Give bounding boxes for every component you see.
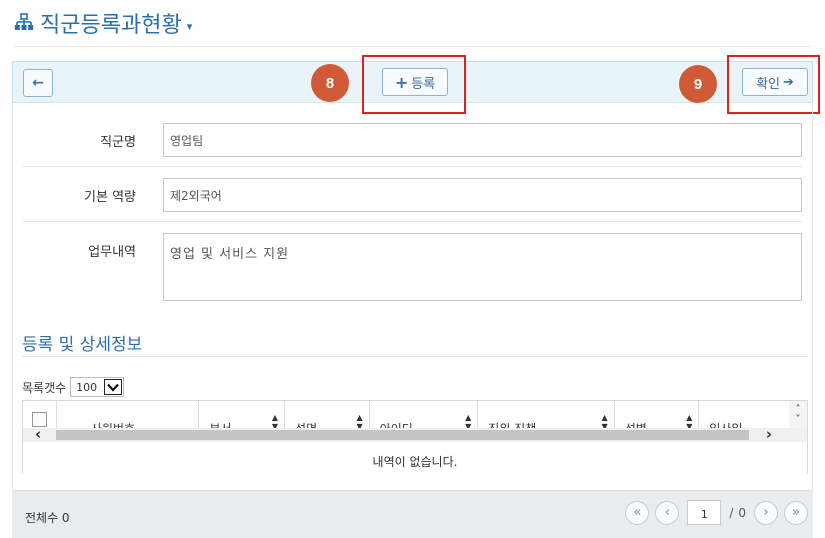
- chevron-up-icon[interactable]: ˄: [796, 404, 801, 415]
- scrollbar-thumb[interactable]: [56, 430, 749, 440]
- per-page-control: 목록갯수 100: [22, 377, 125, 397]
- back-button[interactable]: ←: [23, 69, 53, 97]
- next-page-icon[interactable]: ›: [754, 500, 778, 525]
- column-header-join-date[interactable]: 입사일: [699, 401, 789, 428]
- duties-label: 업무내역: [88, 245, 136, 260]
- sort-icon[interactable]: ▲ ▼: [465, 413, 471, 428]
- column-header-id[interactable]: 아이디 ▲▼: [370, 401, 479, 428]
- section-title: 등록 및 상세정보: [22, 335, 143, 355]
- empty-message: 내역이 없습니다.: [372, 455, 458, 469]
- page-number-input[interactable]: 1: [687, 500, 722, 525]
- arrow-left-icon: ←: [32, 75, 44, 91]
- form-row-basic-competency: 기본 역량 제2외국어: [23, 167, 802, 222]
- column-header-emp-no[interactable]: 사원번호: [57, 401, 200, 428]
- vertical-scroll-arrows[interactable]: ˄ ˅: [789, 401, 807, 428]
- column-header-gender[interactable]: 성별 ▲▼: [615, 401, 700, 428]
- horizontal-scrollbar[interactable]: ‹ ›: [23, 425, 807, 443]
- chevron-down-icon[interactable]: ˅: [796, 414, 801, 425]
- sort-icon[interactable]: ▲ ▼: [357, 413, 363, 428]
- last-page-icon[interactable]: »: [784, 500, 808, 525]
- sort-icon[interactable]: ▲ ▼: [272, 413, 278, 428]
- page-title-text: 직군등록과현황: [40, 13, 182, 38]
- column-header-position[interactable]: 직위 직책 ▲▼: [478, 401, 615, 428]
- chevron-down-icon[interactable]: ▾: [187, 20, 193, 33]
- per-page-value: 100: [76, 380, 98, 394]
- sort-icon[interactable]: ▲ ▼: [602, 413, 608, 428]
- job-group-name-label: 직군명: [100, 135, 136, 150]
- duties-textarea[interactable]: 영업 및 서비스 지원: [163, 233, 802, 301]
- step-marker-9: 9: [679, 65, 717, 103]
- chevron-right-icon[interactable]: ›: [766, 425, 772, 443]
- form-row-job-group-name: 직군명 영업팀: [23, 112, 802, 167]
- job-group-name-input[interactable]: 영업팀: [163, 123, 802, 157]
- basic-competency-label: 기본 역량: [84, 190, 136, 205]
- total-pages: 0: [738, 505, 746, 520]
- column-header-name[interactable]: 성명 ▲▼: [285, 401, 370, 428]
- first-page-icon[interactable]: «: [625, 500, 650, 525]
- sort-icon[interactable]: ▲ ▼: [686, 413, 692, 428]
- page-separator: /: [729, 505, 734, 520]
- chevron-left-icon[interactable]: ‹: [35, 425, 41, 443]
- employee-grid: 사원번호 부서 ▲▼ 성명 ▲▼ 아이디 ▲▼ 직위 직책 ▲▼ 성별 ▲▼ 입…: [22, 400, 808, 474]
- grid-header: 사원번호 부서 ▲▼ 성명 ▲▼ 아이디 ▲▼ 직위 직책 ▲▼ 성별 ▲▼ 입…: [23, 401, 789, 428]
- prev-page-icon[interactable]: ‹: [655, 500, 680, 525]
- dropdown-arrow-icon[interactable]: [104, 379, 123, 395]
- section-divider: [22, 356, 808, 357]
- column-header-department[interactable]: 부서 ▲▼: [199, 401, 286, 428]
- per-page-select[interactable]: 100: [70, 377, 125, 397]
- step-marker-8: 8: [311, 64, 349, 102]
- select-all-cell: [23, 401, 57, 428]
- page-title[interactable]: 직군등록과현황 ▾: [14, 6, 192, 40]
- basic-competency-input[interactable]: 제2외국어: [163, 178, 802, 212]
- pager: « ‹ 1 / 0 › »: [619, 500, 808, 525]
- org-chart-icon: [14, 13, 34, 30]
- per-page-label: 목록갯수: [22, 380, 67, 395]
- title-divider: [14, 46, 811, 47]
- pagination-footer: 전체수 0 « ‹ 1 / 0 › »: [12, 490, 813, 538]
- total-count: 전체수 0: [25, 511, 70, 525]
- form-row-duties: 업무내역 영업 및 서비스 지원: [23, 222, 802, 305]
